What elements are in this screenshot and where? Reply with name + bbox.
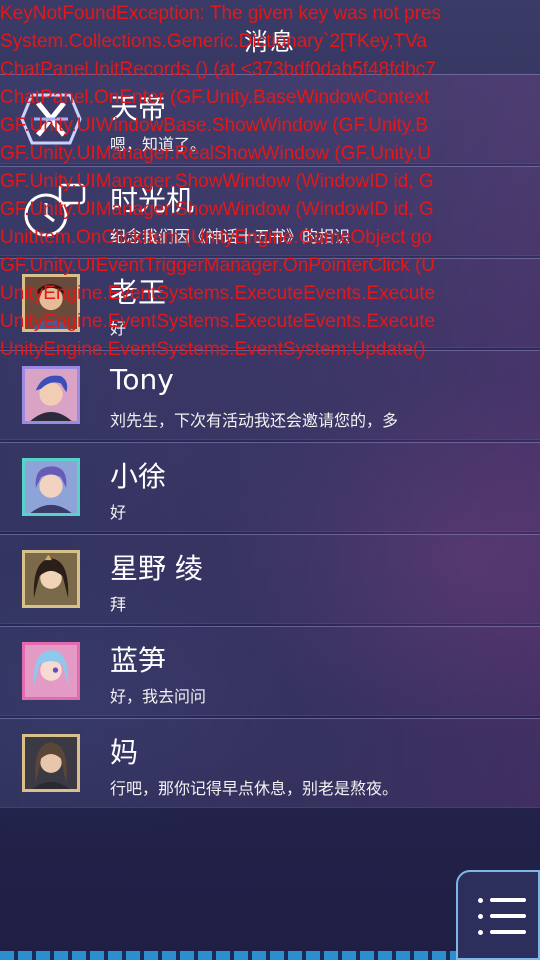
contact-name: 妈 <box>110 736 139 769</box>
contact-last-message: 拜 <box>110 595 127 614</box>
avatar <box>22 550 80 608</box>
contact-row-time-machine[interactable]: 时光机 纪念我们因《神话十五书》的相识 <box>0 166 540 256</box>
contact-last-message: 好 <box>110 503 127 522</box>
contact-row-xiaoxu[interactable]: 小徐 好 <box>0 442 540 532</box>
contact-last-message: 刘先生，下次有活动我还会邀请您的，多 <box>110 411 399 430</box>
contact-row-laowang[interactable]: 老王 好 <box>0 258 540 348</box>
contact-name: 蓝笋 <box>110 644 167 677</box>
contact-row-tiandi[interactable]: 天帝 嗯，知道了。 <box>0 74 540 164</box>
contact-last-message: 嗯，知道了。 <box>110 135 207 154</box>
contact-name: 小徐 <box>110 460 167 493</box>
contact-row-lansun[interactable]: 蓝笋 好，我去问问 <box>0 626 540 716</box>
contact-list: 天帝 嗯，知道了。 时光机 纪念我们因《神话十五书》的相识 老王 好 Tony … <box>0 74 540 810</box>
avatar <box>22 734 80 792</box>
contact-last-message: 好，我去问问 <box>110 687 207 706</box>
mom-avatar-icon <box>25 737 77 789</box>
xiaoxu-avatar-icon <box>25 461 77 513</box>
contact-row-tony[interactable]: Tony 刘先生，下次有活动我还会邀请您的，多 <box>0 350 540 440</box>
contact-name: 天帝 <box>110 92 167 125</box>
avatar <box>22 274 80 332</box>
contact-last-message: 行吧，那你记得早点休息，别老是熬夜。 <box>110 779 399 798</box>
page-title: 消息 <box>244 28 296 56</box>
menu-button[interactable] <box>456 870 540 960</box>
laowang-avatar-icon <box>25 277 77 329</box>
contact-name: 老王 <box>110 276 167 309</box>
avatar <box>22 366 80 424</box>
contact-row-mom[interactable]: 妈 行吧，那你记得早点休息，别老是熬夜。 <box>0 718 540 808</box>
lansun-avatar-icon <box>25 645 77 697</box>
contact-row-hoshino-aya[interactable]: 星野 绫 拜 <box>0 534 540 624</box>
contact-last-message: 好 <box>110 319 127 338</box>
avatar <box>22 458 80 516</box>
tiandi-avatar-icon <box>20 93 82 145</box>
avatar <box>22 642 80 700</box>
contact-name: 星野 绫 <box>110 552 203 585</box>
tony-avatar-icon <box>25 369 77 421</box>
hoshino-aya-avatar-icon <box>25 553 77 605</box>
contact-last-message: 纪念我们因《神话十五书》的相识 <box>110 227 351 246</box>
contact-name: Tony <box>110 363 174 396</box>
time-machine-icon <box>24 183 86 237</box>
contact-name: 时光机 <box>110 184 195 217</box>
